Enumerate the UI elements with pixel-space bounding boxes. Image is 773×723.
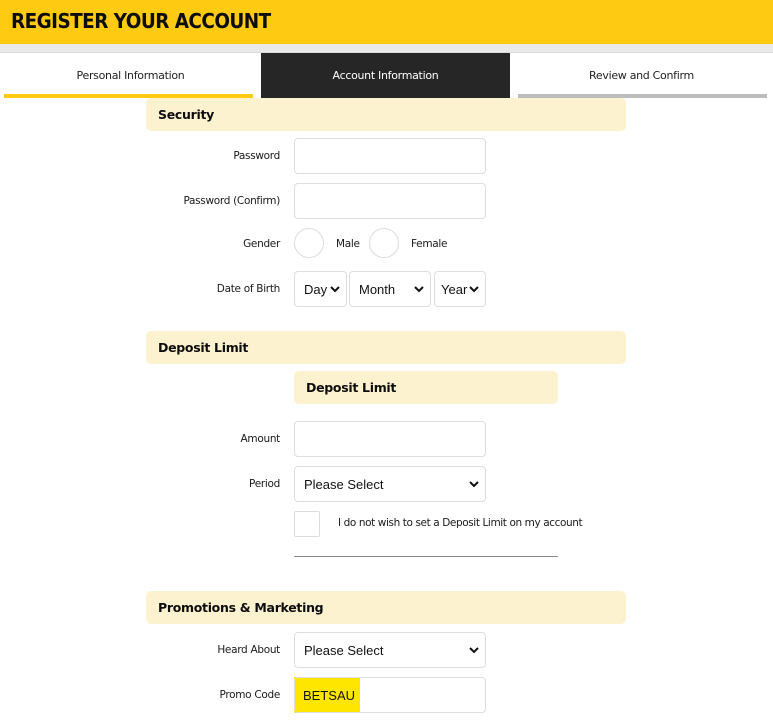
chevron-down-icon bbox=[469, 481, 479, 488]
subsection-header-deposit-limit: Deposit Limit bbox=[294, 371, 558, 404]
gender-label: Gender bbox=[243, 238, 280, 250]
dob-day-select[interactable]: Day bbox=[294, 271, 347, 307]
promo-code-input[interactable] bbox=[294, 677, 486, 713]
tab-account-information[interactable]: Account Information bbox=[261, 53, 510, 98]
select-value: Please Select bbox=[304, 642, 384, 658]
tab-label: Account Information bbox=[332, 69, 439, 82]
tab-label: Review and Confirm bbox=[589, 69, 694, 82]
page-header: REGISTER YOUR ACCOUNT bbox=[0, 0, 773, 44]
heard-about-select[interactable]: Please Select bbox=[294, 632, 486, 668]
select-value: Day bbox=[304, 281, 328, 297]
dob-label: Date of Birth bbox=[216, 283, 281, 295]
period-label: Period bbox=[249, 478, 280, 490]
divider bbox=[294, 556, 558, 557]
select-value: Please Select bbox=[304, 476, 384, 492]
tab-personal-information[interactable]: Personal Information bbox=[0, 53, 261, 98]
dob-year-select[interactable]: Year bbox=[434, 271, 486, 307]
select-value: Year bbox=[441, 281, 468, 297]
promo-code-label: Promo Code bbox=[219, 689, 280, 701]
tab-label: Personal Information bbox=[76, 69, 185, 82]
section-header-promotions: Promotions & Marketing bbox=[146, 591, 626, 624]
no-deposit-limit-checkbox[interactable] bbox=[294, 511, 320, 537]
chevron-down-icon bbox=[469, 286, 479, 293]
heard-about-label: Heard About bbox=[217, 644, 280, 656]
password-label: Password bbox=[233, 150, 280, 162]
password-input[interactable] bbox=[294, 138, 486, 174]
gender-female-radio[interactable] bbox=[369, 228, 399, 258]
password-confirm-label: Password (Confirm) bbox=[183, 195, 280, 207]
dob-month-select[interactable]: Month bbox=[349, 271, 431, 307]
chevron-down-icon bbox=[330, 286, 340, 293]
gender-male-label: Male bbox=[336, 238, 360, 250]
section-header-deposit-limit: Deposit Limit bbox=[146, 331, 626, 364]
gender-female-label: Female bbox=[411, 238, 448, 250]
chevron-down-icon bbox=[414, 286, 424, 293]
gender-male-radio[interactable] bbox=[294, 228, 324, 258]
page-title: REGISTER YOUR ACCOUNT bbox=[11, 9, 271, 33]
password-confirm-input[interactable] bbox=[294, 183, 486, 219]
amount-label: Amount bbox=[240, 433, 281, 445]
period-select[interactable]: Please Select bbox=[294, 466, 486, 502]
header-subbar bbox=[0, 44, 773, 53]
chevron-down-icon bbox=[469, 647, 479, 654]
no-deposit-limit-label: I do not wish to set a Deposit Limit on … bbox=[338, 517, 583, 529]
amount-input[interactable] bbox=[294, 421, 486, 457]
section-header-security: Security bbox=[146, 98, 626, 131]
select-value: Month bbox=[359, 281, 396, 297]
tab-review-and-confirm[interactable]: Review and Confirm bbox=[510, 53, 773, 98]
